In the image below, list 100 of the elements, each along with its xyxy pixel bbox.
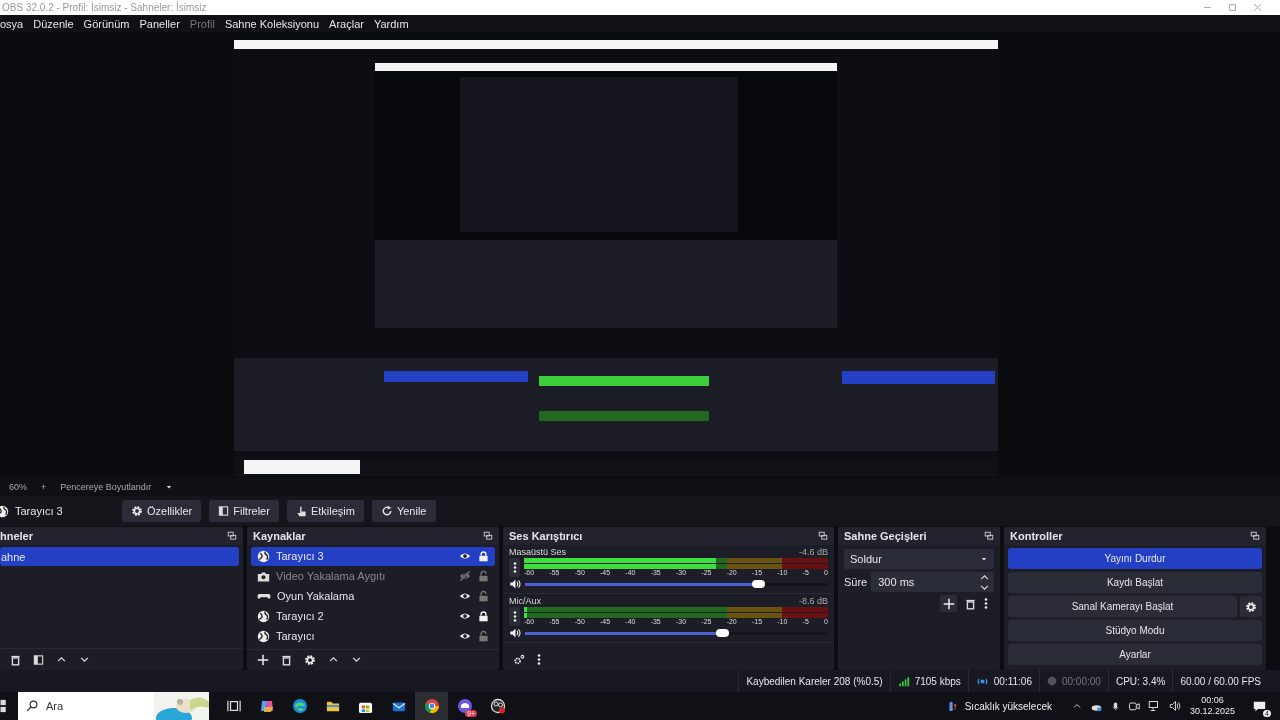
refresh-icon [380, 505, 393, 517]
volume-slider[interactable] [525, 631, 828, 635]
channel-menu-button[interactable] [509, 558, 520, 577]
plus-icon [257, 653, 269, 666]
clock-time[interactable]: 00:06 [1201, 695, 1224, 706]
chevron-down-icon [979, 582, 990, 592]
channel-name: Masaüstü Ses [509, 547, 567, 557]
more-icon [537, 653, 541, 666]
db-reading: -4.6 dB [798, 547, 828, 557]
menu-item[interactable]: Araçlar [329, 17, 364, 30]
speaker-icon [509, 578, 522, 590]
weather-text[interactable]: Sıcaklık yükselecek [964, 700, 1052, 712]
settings-icon [131, 505, 143, 517]
float-icon [1250, 531, 1260, 541]
caret-icon [165, 484, 174, 490]
edge-icon [291, 698, 308, 714]
streaming-icon [975, 675, 989, 687]
eye-off-icon [458, 570, 472, 583]
fit-window-option[interactable]: Pencereye Boyutlandır [60, 482, 152, 492]
globe-icon [257, 609, 270, 623]
float-icon [227, 531, 237, 541]
more-icon [512, 610, 517, 623]
fps: 60.00 / 60.00 FPS [1180, 675, 1261, 687]
control-button[interactable]: Yayını Durdur [1008, 548, 1262, 569]
more-icon [984, 597, 988, 610]
toolbar-button[interactable]: Etkileşim [286, 500, 364, 522]
toolbar-button[interactable]: Yenile [371, 500, 436, 522]
dropped-frames: Kaybedilen Kareler 208 (%0.5) [746, 675, 883, 687]
source-name: Tarayıcı 2 [276, 610, 325, 623]
folder-icon [324, 699, 341, 713]
source-item[interactable]: Oyun Yakalama [251, 586, 495, 606]
transition-select[interactable]: Soldur [844, 549, 994, 569]
menu-item[interactable]: Görünüm [83, 17, 130, 30]
cpu-usage: CPU: 3.4% [1115, 675, 1166, 687]
control-button[interactable]: Stüdyo Modu [1008, 620, 1262, 641]
close-icon [1253, 3, 1262, 12]
globe-icon [257, 629, 270, 643]
network-icon [1147, 700, 1161, 712]
chevron-up-icon [1071, 702, 1082, 710]
float-icon [483, 530, 493, 541]
control-button[interactable]: Ayarlar [1008, 644, 1262, 665]
search-field[interactable]: Ara [18, 692, 209, 720]
advanced-settings-icon [513, 654, 525, 665]
duration-field[interactable]: 300 ms [871, 572, 994, 592]
obs-icon [489, 698, 506, 714]
unlocked-icon [478, 629, 489, 643]
menu-item[interactable]: osya [0, 17, 24, 30]
camera-icon [257, 569, 270, 583]
selected-source-name: Tarayıcı 3 [15, 505, 63, 517]
scene-item[interactable]: ahne [0, 547, 239, 566]
volume-icon [1168, 700, 1182, 712]
plus-icon [942, 597, 955, 610]
trash-icon [281, 653, 292, 666]
volume-slider[interactable] [525, 582, 828, 586]
control-button[interactable]: Kaydı Başlat [1008, 572, 1262, 593]
db-reading: -8.6 dB [798, 596, 828, 606]
chat-icon [456, 698, 473, 714]
menu-item[interactable]: Sahne Koleksiyonu [224, 17, 320, 30]
source-item[interactable]: Video Yakalama Aygıtı [251, 566, 495, 586]
source-item[interactable]: Tarayıcı [251, 626, 495, 646]
bitrate: 7105 kbps [914, 675, 961, 687]
channel-menu-button[interactable] [509, 607, 520, 626]
channel-name: Mic/Aux [509, 596, 541, 606]
toolbar-button[interactable]: Filtreler [209, 500, 279, 522]
maximize-icon [1228, 3, 1237, 12]
speaker-icon [509, 627, 522, 639]
zoom-level[interactable]: 60% [9, 482, 27, 492]
settings-button[interactable] [1240, 596, 1262, 617]
start-icon [0, 699, 8, 713]
menu-item[interactable]: Yardım [373, 17, 409, 30]
source-name: Video Yakalama Aygıtı [276, 570, 387, 583]
lock-icon [478, 609, 489, 623]
lock-icon [478, 549, 489, 563]
taskbar-app[interactable] [415, 692, 448, 720]
globe-icon [257, 549, 270, 563]
settings-icon [1245, 600, 1257, 613]
caret-icon [980, 556, 988, 562]
signal-icon [897, 675, 910, 687]
source-item[interactable]: Tarayıcı 3 [251, 546, 495, 566]
add-button[interactable] [940, 595, 957, 612]
chrome-icon [423, 698, 440, 714]
dock-title: Ses Karıştırıcı [509, 530, 583, 542]
chevron-up-icon [328, 655, 339, 665]
menu-item[interactable]: Düzenle [33, 17, 74, 30]
trash-icon [965, 597, 976, 610]
hand-icon [295, 504, 307, 518]
notification-icon [1253, 699, 1266, 713]
record-time: 00:00:00 [1061, 675, 1101, 687]
control-button[interactable]: Sanal Kamerayı Başlat [1008, 596, 1237, 617]
search-icon [26, 700, 38, 712]
source-name: Oyun Yakalama [277, 590, 356, 603]
toolbar-button[interactable]: Özellikler [122, 500, 202, 522]
chevron-up-icon [979, 572, 990, 582]
filter-icon [218, 505, 230, 517]
zoom-in-button[interactable]: + [41, 482, 47, 492]
unlocked-icon [478, 569, 489, 583]
clock-date[interactable]: 30.12.2025 [1189, 706, 1235, 717]
menu-item[interactable]: Paneller [139, 17, 180, 30]
filter-icon [33, 653, 44, 666]
source-item[interactable]: Tarayıcı 2 [251, 606, 495, 626]
